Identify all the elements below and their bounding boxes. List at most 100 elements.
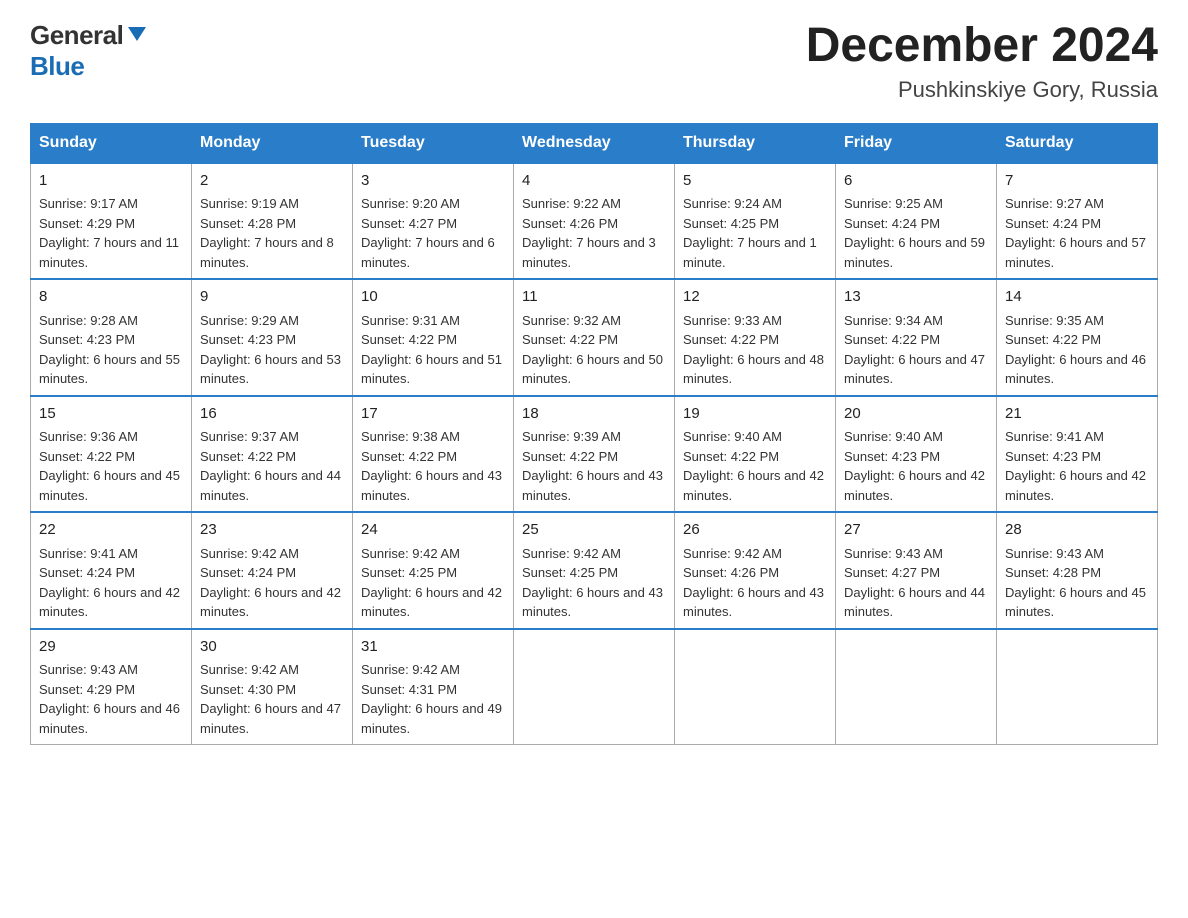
calendar-cell: 2 Sunrise: 9:19 AMSunset: 4:28 PMDayligh… xyxy=(192,163,353,280)
day-number: 21 xyxy=(1005,403,1149,426)
day-number: 5 xyxy=(683,170,827,193)
calendar-cell: 22 Sunrise: 9:41 AMSunset: 4:24 PMDaylig… xyxy=(31,512,192,629)
calendar-cell: 27 Sunrise: 9:43 AMSunset: 4:27 PMDaylig… xyxy=(836,512,997,629)
calendar-cell xyxy=(836,629,997,745)
day-info: Sunrise: 9:42 AMSunset: 4:24 PMDaylight:… xyxy=(200,544,344,622)
day-info: Sunrise: 9:42 AMSunset: 4:26 PMDaylight:… xyxy=(683,544,827,622)
day-info: Sunrise: 9:34 AMSunset: 4:22 PMDaylight:… xyxy=(844,311,988,389)
week-row-3: 15 Sunrise: 9:36 AMSunset: 4:22 PMDaylig… xyxy=(31,396,1158,513)
day-number: 1 xyxy=(39,170,183,193)
calendar-cell: 9 Sunrise: 9:29 AMSunset: 4:23 PMDayligh… xyxy=(192,279,353,396)
day-number: 25 xyxy=(522,519,666,542)
day-info: Sunrise: 9:31 AMSunset: 4:22 PMDaylight:… xyxy=(361,311,505,389)
day-info: Sunrise: 9:42 AMSunset: 4:25 PMDaylight:… xyxy=(361,544,505,622)
calendar-cell: 20 Sunrise: 9:40 AMSunset: 4:23 PMDaylig… xyxy=(836,396,997,513)
day-info: Sunrise: 9:17 AMSunset: 4:29 PMDaylight:… xyxy=(39,194,183,272)
day-number: 22 xyxy=(39,519,183,542)
day-info: Sunrise: 9:43 AMSunset: 4:28 PMDaylight:… xyxy=(1005,544,1149,622)
day-number: 30 xyxy=(200,636,344,659)
calendar-cell xyxy=(675,629,836,745)
calendar-cell: 16 Sunrise: 9:37 AMSunset: 4:22 PMDaylig… xyxy=(192,396,353,513)
calendar-cell: 29 Sunrise: 9:43 AMSunset: 4:29 PMDaylig… xyxy=(31,629,192,745)
day-info: Sunrise: 9:37 AMSunset: 4:22 PMDaylight:… xyxy=(200,427,344,505)
day-number: 12 xyxy=(683,286,827,309)
day-info: Sunrise: 9:36 AMSunset: 4:22 PMDaylight:… xyxy=(39,427,183,505)
calendar-header-row: SundayMondayTuesdayWednesdayThursdayFrid… xyxy=(31,123,1158,163)
day-info: Sunrise: 9:27 AMSunset: 4:24 PMDaylight:… xyxy=(1005,194,1149,272)
day-number: 3 xyxy=(361,170,505,193)
day-info: Sunrise: 9:42 AMSunset: 4:30 PMDaylight:… xyxy=(200,660,344,738)
calendar-header-monday: Monday xyxy=(192,123,353,163)
day-number: 7 xyxy=(1005,170,1149,193)
calendar-table: SundayMondayTuesdayWednesdayThursdayFrid… xyxy=(30,123,1158,746)
calendar-cell: 18 Sunrise: 9:39 AMSunset: 4:22 PMDaylig… xyxy=(514,396,675,513)
calendar-header-saturday: Saturday xyxy=(997,123,1158,163)
day-number: 9 xyxy=(200,286,344,309)
day-number: 17 xyxy=(361,403,505,426)
calendar-cell: 4 Sunrise: 9:22 AMSunset: 4:26 PMDayligh… xyxy=(514,163,675,280)
week-row-2: 8 Sunrise: 9:28 AMSunset: 4:23 PMDayligh… xyxy=(31,279,1158,396)
day-number: 4 xyxy=(522,170,666,193)
day-info: Sunrise: 9:42 AMSunset: 4:31 PMDaylight:… xyxy=(361,660,505,738)
day-info: Sunrise: 9:24 AMSunset: 4:25 PMDaylight:… xyxy=(683,194,827,272)
calendar-cell: 8 Sunrise: 9:28 AMSunset: 4:23 PMDayligh… xyxy=(31,279,192,396)
day-number: 10 xyxy=(361,286,505,309)
calendar-cell: 17 Sunrise: 9:38 AMSunset: 4:22 PMDaylig… xyxy=(353,396,514,513)
calendar-cell: 13 Sunrise: 9:34 AMSunset: 4:22 PMDaylig… xyxy=(836,279,997,396)
day-info: Sunrise: 9:19 AMSunset: 4:28 PMDaylight:… xyxy=(200,194,344,272)
calendar-header-wednesday: Wednesday xyxy=(514,123,675,163)
calendar-cell: 26 Sunrise: 9:42 AMSunset: 4:26 PMDaylig… xyxy=(675,512,836,629)
day-number: 13 xyxy=(844,286,988,309)
calendar-cell: 30 Sunrise: 9:42 AMSunset: 4:30 PMDaylig… xyxy=(192,629,353,745)
calendar-cell: 25 Sunrise: 9:42 AMSunset: 4:25 PMDaylig… xyxy=(514,512,675,629)
calendar-header-thursday: Thursday xyxy=(675,123,836,163)
calendar-cell: 31 Sunrise: 9:42 AMSunset: 4:31 PMDaylig… xyxy=(353,629,514,745)
day-number: 26 xyxy=(683,519,827,542)
day-info: Sunrise: 9:25 AMSunset: 4:24 PMDaylight:… xyxy=(844,194,988,272)
calendar-cell: 12 Sunrise: 9:33 AMSunset: 4:22 PMDaylig… xyxy=(675,279,836,396)
calendar-cell: 15 Sunrise: 9:36 AMSunset: 4:22 PMDaylig… xyxy=(31,396,192,513)
calendar-cell: 10 Sunrise: 9:31 AMSunset: 4:22 PMDaylig… xyxy=(353,279,514,396)
logo-triangle-icon xyxy=(126,23,148,45)
day-info: Sunrise: 9:28 AMSunset: 4:23 PMDaylight:… xyxy=(39,311,183,389)
day-number: 2 xyxy=(200,170,344,193)
day-number: 27 xyxy=(844,519,988,542)
calendar-cell: 7 Sunrise: 9:27 AMSunset: 4:24 PMDayligh… xyxy=(997,163,1158,280)
calendar-cell: 21 Sunrise: 9:41 AMSunset: 4:23 PMDaylig… xyxy=(997,396,1158,513)
day-info: Sunrise: 9:29 AMSunset: 4:23 PMDaylight:… xyxy=(200,311,344,389)
day-info: Sunrise: 9:41 AMSunset: 4:23 PMDaylight:… xyxy=(1005,427,1149,505)
day-number: 19 xyxy=(683,403,827,426)
week-row-5: 29 Sunrise: 9:43 AMSunset: 4:29 PMDaylig… xyxy=(31,629,1158,745)
day-info: Sunrise: 9:42 AMSunset: 4:25 PMDaylight:… xyxy=(522,544,666,622)
week-row-1: 1 Sunrise: 9:17 AMSunset: 4:29 PMDayligh… xyxy=(31,163,1158,280)
day-number: 14 xyxy=(1005,286,1149,309)
day-number: 15 xyxy=(39,403,183,426)
logo-blue: Blue xyxy=(30,51,84,81)
title-section: December 2024 Pushkinskiye Gory, Russia xyxy=(806,20,1158,103)
day-number: 18 xyxy=(522,403,666,426)
day-info: Sunrise: 9:38 AMSunset: 4:22 PMDaylight:… xyxy=(361,427,505,505)
calendar-cell: 6 Sunrise: 9:25 AMSunset: 4:24 PMDayligh… xyxy=(836,163,997,280)
day-number: 28 xyxy=(1005,519,1149,542)
day-number: 24 xyxy=(361,519,505,542)
calendar-header-tuesday: Tuesday xyxy=(353,123,514,163)
calendar-header-sunday: Sunday xyxy=(31,123,192,163)
day-number: 23 xyxy=(200,519,344,542)
day-number: 16 xyxy=(200,403,344,426)
calendar-cell: 28 Sunrise: 9:43 AMSunset: 4:28 PMDaylig… xyxy=(997,512,1158,629)
day-info: Sunrise: 9:22 AMSunset: 4:26 PMDaylight:… xyxy=(522,194,666,272)
calendar-cell: 5 Sunrise: 9:24 AMSunset: 4:25 PMDayligh… xyxy=(675,163,836,280)
calendar-cell: 24 Sunrise: 9:42 AMSunset: 4:25 PMDaylig… xyxy=(353,512,514,629)
day-number: 8 xyxy=(39,286,183,309)
calendar-cell: 23 Sunrise: 9:42 AMSunset: 4:24 PMDaylig… xyxy=(192,512,353,629)
calendar-cell: 3 Sunrise: 9:20 AMSunset: 4:27 PMDayligh… xyxy=(353,163,514,280)
month-year-title: December 2024 xyxy=(806,20,1158,73)
day-number: 29 xyxy=(39,636,183,659)
day-number: 31 xyxy=(361,636,505,659)
calendar-cell: 11 Sunrise: 9:32 AMSunset: 4:22 PMDaylig… xyxy=(514,279,675,396)
calendar-cell: 14 Sunrise: 9:35 AMSunset: 4:22 PMDaylig… xyxy=(997,279,1158,396)
day-info: Sunrise: 9:20 AMSunset: 4:27 PMDaylight:… xyxy=(361,194,505,272)
day-info: Sunrise: 9:43 AMSunset: 4:27 PMDaylight:… xyxy=(844,544,988,622)
logo-general: General xyxy=(30,20,123,51)
day-info: Sunrise: 9:40 AMSunset: 4:23 PMDaylight:… xyxy=(844,427,988,505)
